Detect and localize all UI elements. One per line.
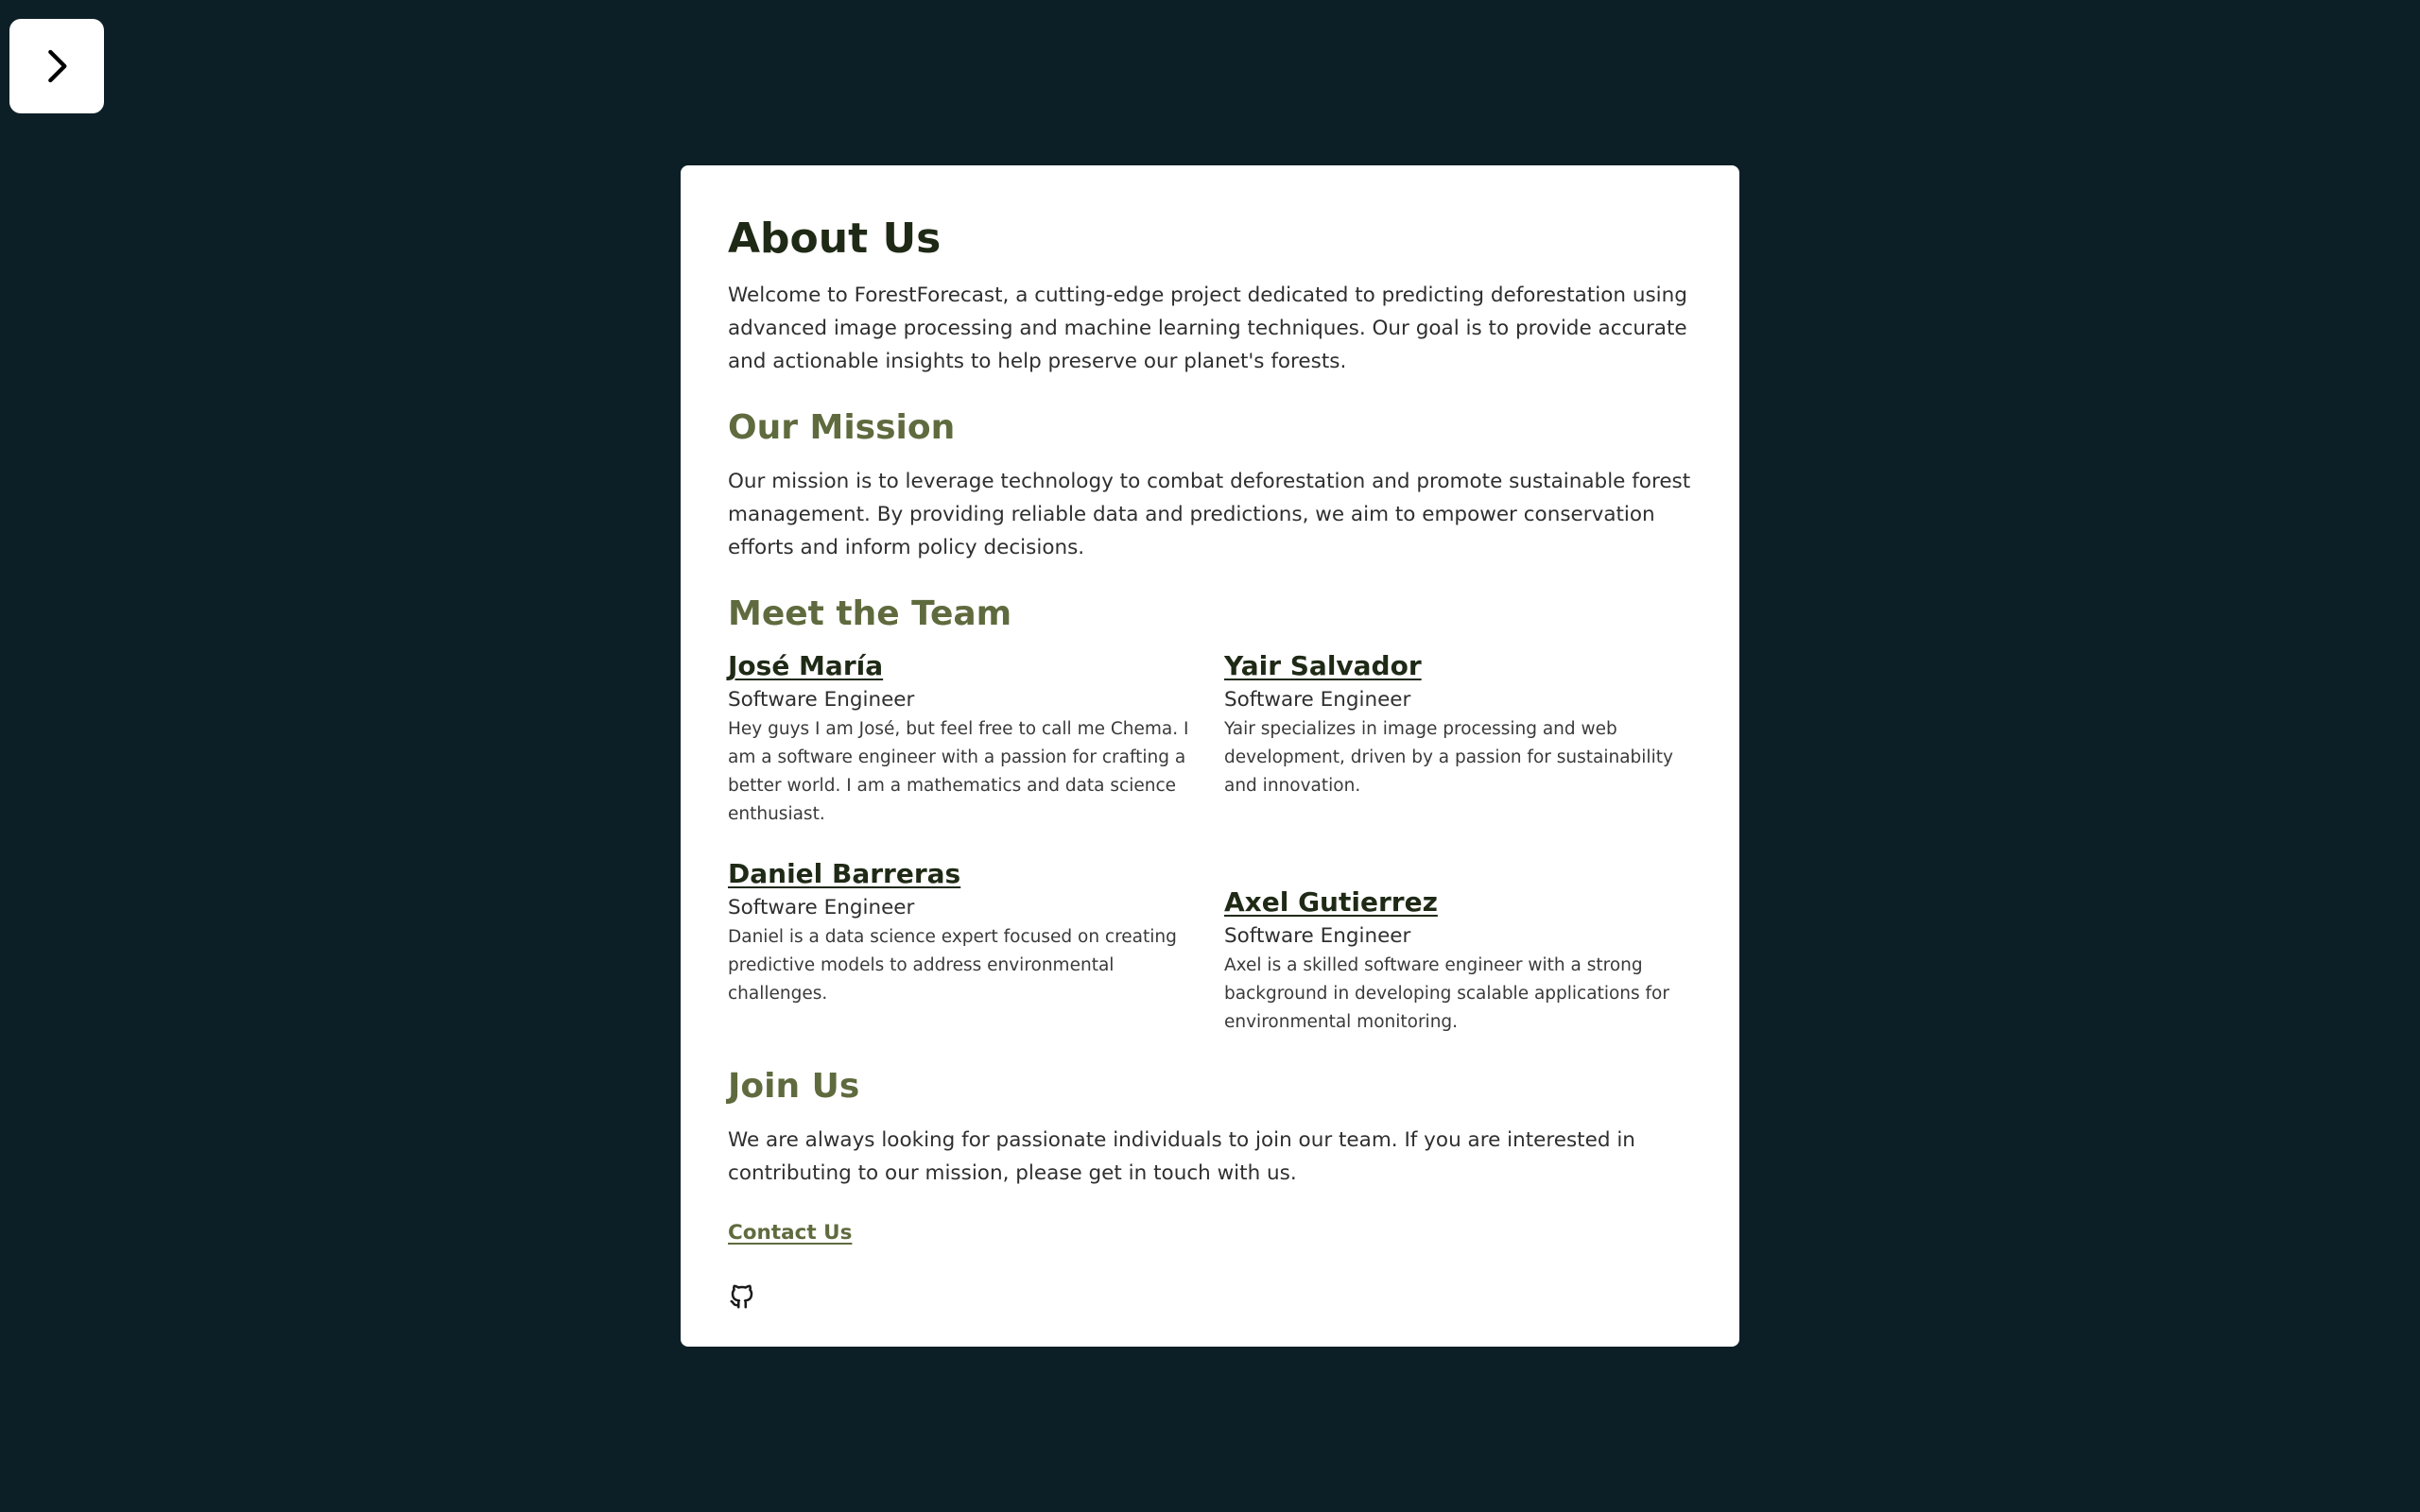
member-role: Software Engineer	[1224, 924, 1411, 948]
team-heading: Meet the Team	[728, 594, 1012, 633]
member-name-link[interactable]: Axel Gutierrez	[1224, 885, 1438, 919]
page-title: About Us	[728, 215, 942, 263]
contact-us-link[interactable]: Contact Us	[728, 1218, 852, 1248]
member-role: Software Engineer	[728, 896, 915, 919]
member-role: Software Engineer	[1224, 688, 1411, 712]
intro-paragraph: Welcome to ForestForecast, a cutting-edg…	[728, 284, 1687, 373]
chevron-right-icon	[48, 49, 67, 83]
team-member-card: Daniel Barreras Software Engineer Daniel…	[728, 857, 1196, 1037]
mission-paragraph: Our mission is to leverage technology to…	[728, 470, 1691, 559]
member-name-link[interactable]: José María	[728, 649, 883, 683]
join-paragraph: We are always looking for passionate ind…	[728, 1128, 1635, 1185]
member-bio: Hey guys I am José, but feel free to cal…	[728, 719, 1189, 824]
member-bio: Yair specializes in image processing and…	[1224, 719, 1673, 796]
sidebar-toggle-button[interactable]	[9, 19, 104, 113]
team-member-card: José María Software Engineer Hey guys I …	[728, 649, 1196, 829]
team-member-card: Yair Salvador Software Engineer Yair spe…	[1224, 649, 1692, 829]
member-name-link[interactable]: Daniel Barreras	[728, 857, 960, 891]
member-bio: Axel is a skilled software engineer with…	[1224, 955, 1669, 1032]
join-heading: Join Us	[728, 1067, 860, 1106]
member-role: Software Engineer	[728, 688, 915, 712]
team-grid: José María Software Engineer Hey guys I …	[728, 649, 1692, 1037]
github-link[interactable]	[728, 1282, 756, 1311]
mission-heading: Our Mission	[728, 408, 956, 447]
member-bio: Daniel is a data science expert focused …	[728, 927, 1177, 1004]
team-member-card: Axel Gutierrez Software Engineer Axel is…	[1224, 885, 1692, 1037]
member-name-link[interactable]: Yair Salvador	[1224, 649, 1422, 683]
about-card: About Us Welcome to ForestForecast, a cu…	[681, 165, 1739, 1347]
github-icon	[730, 1284, 753, 1309]
